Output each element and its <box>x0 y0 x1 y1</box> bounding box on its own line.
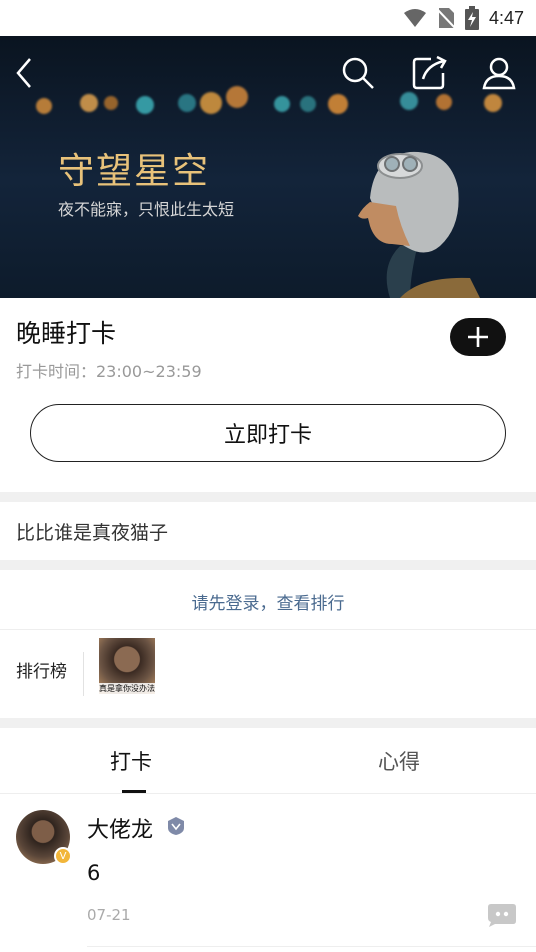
add-button[interactable] <box>450 318 506 356</box>
checkin-info-section: 晚睡打卡 打卡时间：23:00~23:59 立即打卡 <box>0 298 536 492</box>
level-badge-icon <box>168 817 184 835</box>
login-prompt-link[interactable]: 请先登录，查看排行 <box>0 589 536 614</box>
active-tab-indicator <box>122 790 146 793</box>
wifi-icon <box>403 9 426 27</box>
section-gap <box>0 492 536 502</box>
checkin-time: 打卡时间：23:00~23:59 <box>16 362 202 381</box>
section-gap <box>0 718 536 728</box>
section-gap <box>0 560 536 570</box>
tab-insights[interactable]: 心得 <box>378 746 420 776</box>
checkin-title: 晚睡打卡 <box>16 319 117 348</box>
list-item[interactable]: V 大佬龙 6 07-21 <box>0 794 536 952</box>
ranking-label: 排行榜 <box>16 662 67 682</box>
description-text: 比比谁是真夜猫子 <box>16 522 169 544</box>
no-sim-icon <box>436 8 455 29</box>
ranking-divider <box>83 652 84 696</box>
share-icon <box>412 55 447 90</box>
back-button[interactable] <box>6 54 44 92</box>
back-arrow-icon <box>16 58 31 88</box>
hero-title: 守望星空 <box>58 151 211 192</box>
verified-badge: V <box>54 847 72 865</box>
ranking-row[interactable]: 排行榜 真是拿你没办法 <box>0 630 536 718</box>
search-button[interactable] <box>339 54 377 92</box>
post-author-name[interactable]: 大佬龙 <box>87 812 153 844</box>
profile-button[interactable] <box>480 54 518 92</box>
plus-icon <box>468 327 488 347</box>
user-icon <box>482 57 516 90</box>
comment-icon[interactable] <box>486 902 518 928</box>
hero-subtitle: 夜不能寐，只恨此生太短 <box>58 200 235 219</box>
search-icon <box>342 57 374 89</box>
share-button[interactable] <box>410 54 448 92</box>
description-section: 比比谁是真夜猫子 <box>0 502 536 560</box>
divider <box>87 946 536 947</box>
login-prompt-row[interactable]: 请先登录，查看排行 <box>0 570 536 630</box>
top-toolbar <box>0 36 536 110</box>
hero-banner: 守望星空 夜不能寐，只恨此生太短 <box>0 36 536 298</box>
post-content: 6 <box>87 861 101 885</box>
battery-charging-icon <box>464 6 479 30</box>
checkin-now-button[interactable]: 立即打卡 <box>30 404 506 462</box>
ranking-avatar[interactable]: 真是拿你没办法 <box>99 638 155 694</box>
status-bar: 4:47 <box>0 0 536 36</box>
post-date: 07-21 <box>87 906 131 924</box>
tab-checkin[interactable]: 打卡 <box>110 746 152 776</box>
tab-bar: 打卡 心得 <box>0 728 536 794</box>
ranking-avatar-caption: 真是拿你没办法 <box>99 683 155 694</box>
status-time: 4:47 <box>488 7 524 28</box>
hero-illustration <box>358 151 480 298</box>
